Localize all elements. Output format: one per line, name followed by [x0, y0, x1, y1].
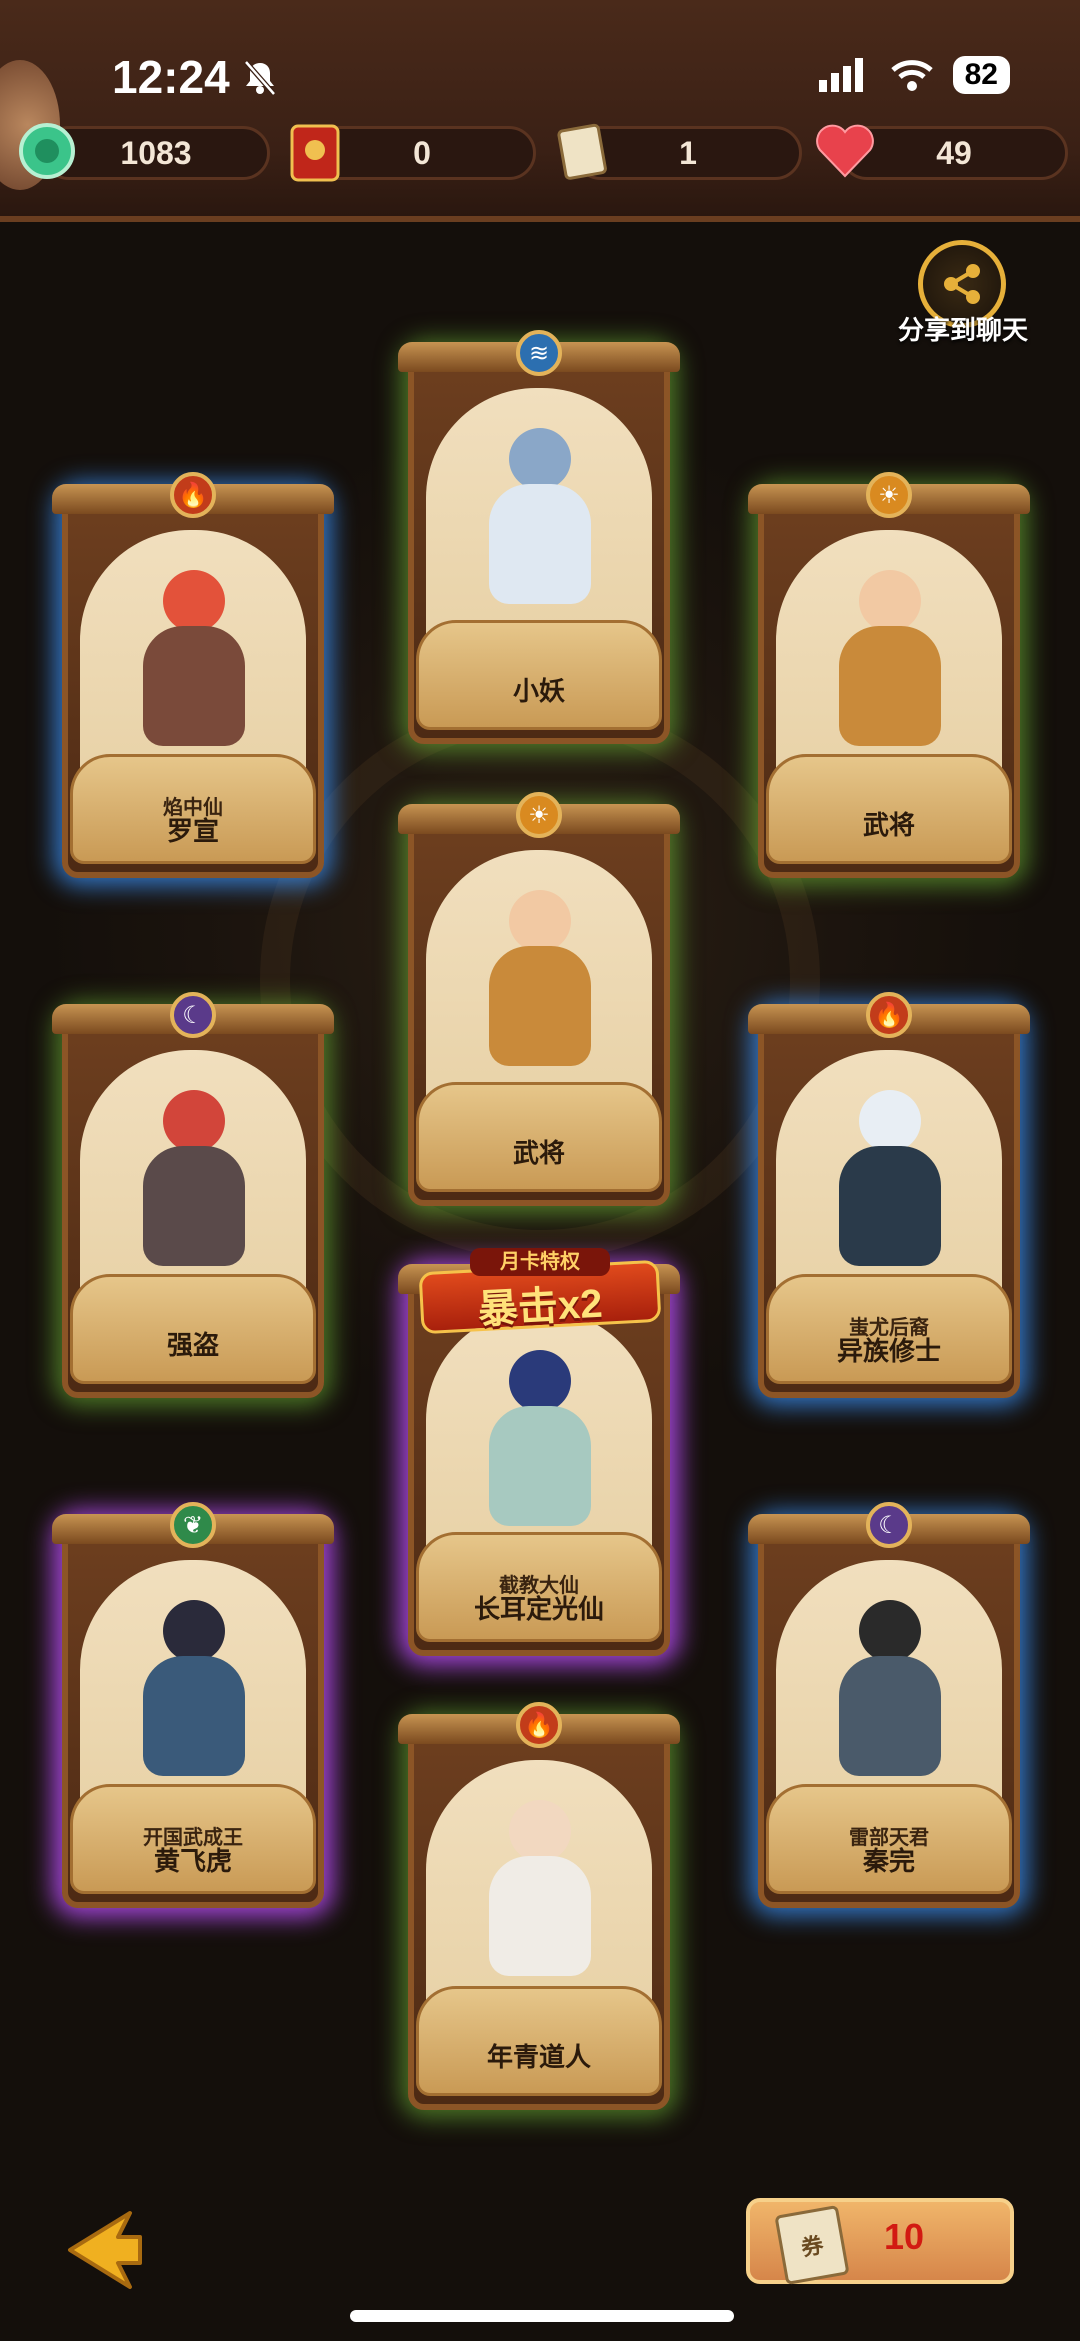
status-time: 12:24	[112, 51, 230, 103]
card-name: 罗宣	[166, 816, 219, 846]
card-wujiang-top[interactable]: ☀ 武将	[748, 472, 1030, 878]
draw-ticket-button[interactable]: 券 10	[746, 2198, 1014, 2286]
card-xiaoyao[interactable]: ≋ 小妖	[398, 330, 680, 744]
jade-coin-icon	[14, 118, 80, 184]
fire-element-icon: 🔥	[170, 472, 216, 518]
resource-value: 0	[413, 134, 431, 171]
moon-element-icon: ☾	[170, 992, 216, 1038]
character-art	[118, 570, 268, 770]
character-art	[118, 1090, 268, 1290]
share-label[interactable]: 分享到聊天	[888, 310, 1038, 347]
resource-value: 1	[679, 134, 697, 171]
bell-muted-icon	[244, 60, 276, 96]
character-art	[464, 1350, 614, 1550]
card-name: 黄飞虎	[153, 1846, 232, 1876]
character-art	[464, 428, 614, 628]
resource-value: 49	[936, 134, 972, 171]
fire-element-icon: 🔥	[866, 992, 912, 1038]
character-art	[464, 1800, 614, 2000]
card-name: 年青道人	[486, 2042, 591, 2072]
card-luoxuan[interactable]: 🔥 焰中仙 罗宣	[52, 472, 334, 878]
card-name: 武将	[512, 1138, 565, 1168]
heart-icon	[812, 118, 878, 184]
card-name: 秦完	[862, 1846, 915, 1876]
back-arrow-icon[interactable]	[60, 2205, 150, 2295]
water-element-icon: ≋	[516, 330, 562, 376]
wifi-icon	[890, 60, 933, 91]
card-qiangdao[interactable]: ☾ 强盗	[52, 992, 334, 1398]
card-huangfeihu[interactable]: ❦ 开国武成王 黄飞虎	[52, 1502, 334, 1908]
status-icons: 82	[818, 56, 1010, 94]
card-wujiang-mid[interactable]: ☀ 武将	[398, 792, 680, 1206]
card-name: 武将	[862, 810, 915, 840]
top-bar: 12:24 82 1083 0 1 49	[0, 0, 1080, 222]
ticket-icon: 券	[774, 2204, 850, 2286]
card-name: 长耳定光仙	[473, 1594, 604, 1624]
resource-value: 1083	[120, 134, 192, 171]
card-nianqing[interactable]: 🔥 年青道人	[398, 1702, 680, 2110]
character-art	[814, 570, 964, 770]
sun-element-icon: ☀	[866, 472, 912, 518]
card-yizu[interactable]: 🔥 蚩尤后裔 异族修士	[748, 992, 1030, 1398]
card-qinwan[interactable]: ☾ 雷部天君 秦完	[748, 1502, 1030, 1908]
monthly-card-badge: 月卡特权 暴击x2	[418, 1248, 662, 1338]
home-indicator[interactable]	[350, 2310, 734, 2322]
ticket-count: 10	[884, 2216, 925, 2257]
ticket-icon	[548, 118, 614, 184]
wood-element-icon: ❦	[170, 1502, 216, 1548]
fire-element-icon: 🔥	[516, 1702, 562, 1748]
badge-main-label: 暴击x2	[476, 1281, 604, 1333]
sun-element-icon: ☀	[516, 792, 562, 838]
character-art	[118, 1600, 268, 1800]
character-art	[464, 890, 614, 1090]
signal-icon	[818, 58, 863, 92]
battery-level: 82	[952, 56, 1010, 94]
card-name: 异族修士	[836, 1336, 941, 1366]
card-name: 小妖	[512, 676, 565, 706]
character-art	[814, 1600, 964, 1800]
character-art	[814, 1090, 964, 1290]
red-envelope-icon	[282, 118, 348, 184]
moon-element-icon: ☾	[866, 1502, 912, 1548]
card-name: 强盗	[166, 1330, 219, 1360]
